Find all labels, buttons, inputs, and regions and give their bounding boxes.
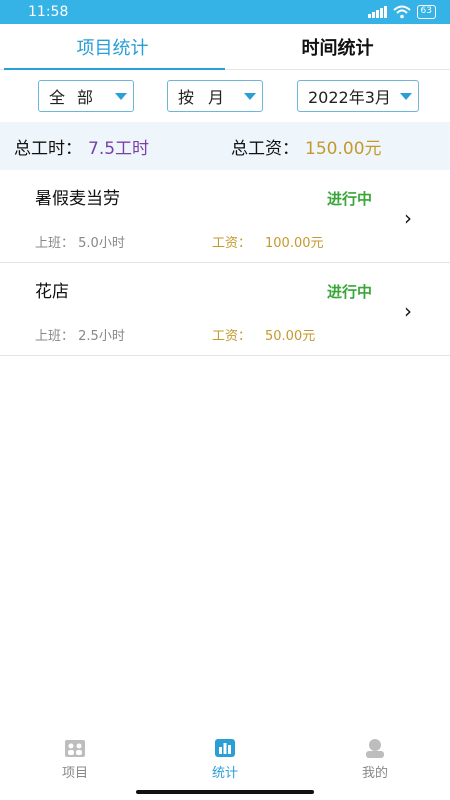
project-card[interactable]: 暑假麦当劳 进行中 上班： 5.0小时 工资： 100.00元 › [0, 170, 450, 263]
tab-project-stats[interactable]: 项目统计 [0, 24, 225, 70]
chart-icon [215, 739, 235, 757]
project-status: 进行中 [327, 190, 373, 208]
nav-label-stats: 统计 [211, 766, 238, 781]
category-select-value: 全部 [49, 88, 106, 107]
user-icon [366, 739, 384, 758]
project-name: 暑假麦当劳 [35, 189, 120, 209]
date-select-value: 2022年3月 [308, 88, 391, 107]
tab-time-stats[interactable]: 时间统计 [225, 24, 450, 69]
pay-label: 工资： [212, 329, 252, 344]
filter-bar: 全部 按月 2022年3月 [0, 70, 450, 122]
period-select-value: 按月 [178, 88, 239, 107]
project-name: 花店 [35, 282, 69, 302]
status-icons: 63 [367, 5, 436, 19]
period-select[interactable]: 按月 [167, 80, 263, 112]
work-label: 上班： [35, 329, 75, 344]
nav-item-project[interactable]: 项目 [0, 728, 150, 800]
status-time: 11:58 [28, 4, 69, 20]
battery-icon: 63 [416, 5, 436, 19]
total-wage-value: 150.00元 [305, 138, 382, 159]
caret-down-icon [115, 92, 127, 100]
project-status: 进行中 [327, 283, 373, 301]
stats-tabs: 项目统计 时间统计 [0, 24, 450, 70]
total-hours-label: 总工时： [14, 138, 82, 159]
nav-item-mine[interactable]: 我的 [300, 728, 450, 800]
work-label: 上班： [35, 236, 75, 251]
chevron-right-icon: › [404, 299, 412, 323]
nav-label-mine: 我的 [361, 766, 388, 781]
pay-value: 100.00元 [265, 236, 324, 251]
home-indicator[interactable] [136, 790, 314, 794]
signal-icon [367, 6, 387, 18]
total-wage-label: 总工资： [231, 138, 300, 159]
work-value: 5.0小时 [78, 236, 125, 251]
wifi-icon [392, 5, 411, 19]
pay-value: 50.00元 [265, 329, 316, 344]
chevron-right-icon: › [404, 206, 412, 230]
category-select[interactable]: 全部 [38, 80, 134, 112]
nav-label-project: 项目 [61, 766, 88, 781]
summary-bar: 总工时： 7.5工时 总工资： 150.00元 [0, 122, 450, 170]
pay-label: 工资： [212, 236, 252, 251]
work-hours: 上班： 2.5小时 [35, 325, 125, 344]
work-hours: 上班： 5.0小时 [35, 232, 125, 251]
total-hours-value: 7.5工时 [88, 138, 150, 159]
date-select[interactable]: 2022年3月 [297, 80, 419, 112]
caret-down-icon [244, 92, 256, 100]
work-value: 2.5小时 [78, 329, 125, 344]
project-icon [65, 740, 85, 757]
project-card[interactable]: 花店 进行中 上班： 2.5小时 工资： 50.00元 › [0, 263, 450, 356]
caret-down-icon [400, 92, 412, 100]
status-bar: 11:58 63 [0, 0, 450, 24]
